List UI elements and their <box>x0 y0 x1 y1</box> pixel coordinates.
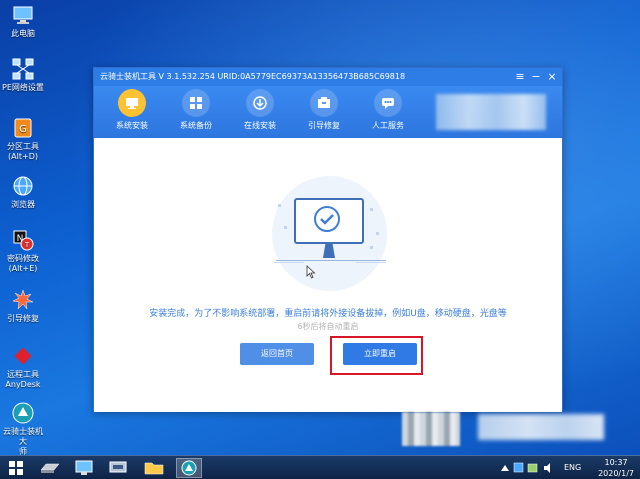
desktop-icon-partition-tool[interactable]: G 分区工具 (Alt+D) <box>0 117 46 162</box>
tab-label: 人工服务 <box>372 121 404 130</box>
desktop-icon-label: 远程工具 <box>7 370 39 379</box>
minimize-button[interactable]: − <box>530 71 542 83</box>
menu-button[interactable]: ≡ <box>514 71 526 83</box>
decor-dot <box>370 246 373 249</box>
desktop-icon-label: 浏览器 <box>11 200 35 209</box>
taskbar-explorer[interactable] <box>72 458 98 478</box>
taskbar-device-manager[interactable] <box>106 458 132 478</box>
desktop-icon-browser[interactable]: 浏览器 <box>0 175 46 210</box>
window-title: 云骑士装机工具 V 3.1.532.254 URID:0A5779EC69373… <box>100 72 406 81</box>
decor-dot <box>370 208 373 211</box>
main-nav: 系统安装 系统备份 在线安装 引导修复 人工服务 <box>94 86 562 138</box>
partition-tool-icon: G <box>12 117 34 139</box>
desktop-icon-boot-repair[interactable]: 引导修复 <box>0 289 46 324</box>
illustration-dash <box>274 262 304 263</box>
blurred-brand-area <box>436 94 546 130</box>
mouse-cursor-icon <box>306 264 316 283</box>
tab-support[interactable]: 人工服务 <box>358 89 418 131</box>
desktop-icon-label: 分区工具 <box>7 142 39 151</box>
desktop-icon-anydesk[interactable]: 远程工具 AnyDesk <box>0 345 46 390</box>
taskbar: ENG 10:37 2020/1/7 <box>0 455 640 479</box>
desktop-icon-label: 密码修改 <box>7 254 39 263</box>
system-install-icon <box>118 89 146 117</box>
blurred-watermark <box>478 414 604 440</box>
globe-icon <box>12 175 34 197</box>
computer-icon <box>12 4 34 26</box>
system-tray <box>498 456 558 479</box>
start-button[interactable] <box>6 458 32 478</box>
content-area: 安装完成，为了不影响系统部署，重启前请将外接设备拔掉，例如U盘，移动硬盘，光盘等… <box>94 138 562 412</box>
network-icon <box>12 58 34 80</box>
disk-drive-icon <box>40 463 60 473</box>
yunqishi-icon <box>12 402 34 424</box>
desktop-icon-label: 此电脑 <box>11 29 35 38</box>
close-button[interactable]: × <box>546 71 558 83</box>
tab-label: 引导修复 <box>308 121 340 130</box>
desktop-icon-label: 云骑士装机大 <box>3 427 43 446</box>
tray-icons <box>501 462 550 473</box>
tab-label: 在线安装 <box>244 121 276 130</box>
taskbar-yunqishi[interactable] <box>176 458 202 478</box>
decor-dot <box>376 232 379 235</box>
online-install-icon <box>246 89 274 117</box>
device-manager-icon <box>109 461 127 473</box>
desktop-icon-yunqishi[interactable]: 云骑士装机大 师 <box>0 402 46 457</box>
tray-arrow-icon <box>501 465 509 471</box>
desktop-icon-pe-network[interactable]: PE网络设置 <box>0 58 46 93</box>
taskbar-file-explorer[interactable] <box>142 458 168 478</box>
tab-system-backup[interactable]: 系统备份 <box>166 89 226 131</box>
svg-text:T: T <box>24 241 30 249</box>
tab-label: 系统安装 <box>116 121 148 130</box>
folder-icon <box>144 462 164 475</box>
anydesk-icon <box>12 345 34 367</box>
desktop-icon-this-pc[interactable]: 此电脑 <box>0 4 46 39</box>
desktop-icon-shortcut: (Alt+D) <box>8 152 38 161</box>
illustration-dash <box>356 262 386 263</box>
blurred-watermark <box>402 412 460 446</box>
back-home-button[interactable]: 返回首页 <box>240 343 314 365</box>
desktop-icon-password-reset[interactable]: NT 密码修改 (Alt+E) <box>0 229 46 274</box>
windows-logo-icon <box>9 461 23 475</box>
support-icon <box>374 89 402 117</box>
system-backup-icon <box>182 89 210 117</box>
taskbar-clock[interactable]: 10:37 2020/1/7 <box>598 457 634 479</box>
desktop-icon-label: PE网络设置 <box>2 83 44 92</box>
window-titlebar[interactable]: 云骑士装机工具 V 3.1.532.254 URID:0A5779EC69373… <box>94 68 562 86</box>
svg-text:G: G <box>19 124 27 135</box>
tab-system-install[interactable]: 系统安装 <box>102 89 162 131</box>
password-tool-icon: NT <box>12 229 34 251</box>
installer-window: 云骑士装机工具 V 3.1.532.254 URID:0A5779EC69373… <box>93 67 563 412</box>
boot-repair-icon <box>310 89 338 117</box>
input-language[interactable]: ENG <box>564 456 581 479</box>
tab-label: 系统备份 <box>180 121 212 130</box>
taskbar-drive-tool[interactable] <box>38 458 64 478</box>
desktop-icon-shortcut: AnyDesk <box>5 380 41 389</box>
decor-dot <box>278 204 281 207</box>
decor-dot <box>284 226 287 229</box>
tab-boot-repair[interactable]: 引导修复 <box>294 89 354 131</box>
computer-window-icon <box>75 460 93 475</box>
install-complete-message: 安装完成，为了不影响系统部署，重启前请将外接设备拔掉，例如U盘，移动硬盘，光盘等 <box>149 309 507 319</box>
check-icon <box>314 206 340 232</box>
clock-date: 2020/1/7 <box>598 469 634 478</box>
restart-highlight-box <box>330 336 423 375</box>
boot-repair-desktop-icon <box>12 289 34 311</box>
tab-online-install[interactable]: 在线安装 <box>230 89 290 131</box>
desktop-icon-shortcut: (Alt+E) <box>8 264 38 273</box>
clock-time: 10:37 <box>604 458 628 467</box>
countdown-text: 6秒后将自动重启 <box>297 322 359 331</box>
illustration-baseline <box>276 260 386 261</box>
desktop-icon-label: 引导修复 <box>7 314 39 323</box>
yunqishi-taskbar-icon <box>181 460 197 476</box>
